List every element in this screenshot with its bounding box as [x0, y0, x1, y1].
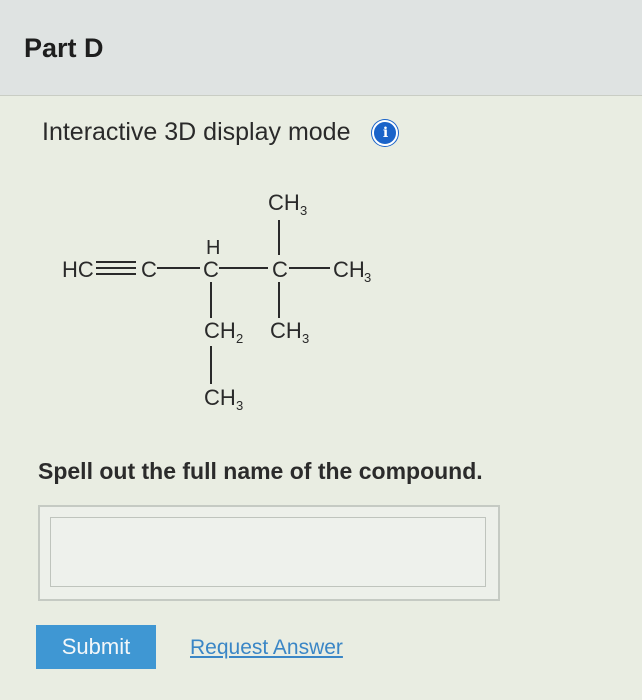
atom-h: H	[206, 237, 220, 259]
atom-ch3-right-sub: 3	[364, 270, 371, 285]
request-answer-link[interactable]: Request Answer	[190, 636, 343, 660]
atom-ch2: CH	[204, 318, 236, 343]
atom-ch3-mid-sub: 3	[302, 331, 309, 346]
atom-c1: C	[141, 257, 157, 282]
atom-c3: C	[272, 257, 288, 282]
answer-box	[38, 505, 500, 601]
atom-ch3-mid: CH	[270, 318, 302, 343]
atom-ch3-bottom-sub: 3	[236, 398, 243, 413]
atom-hc: HC	[62, 257, 94, 282]
atom-ch3-right: CH	[333, 257, 365, 282]
answer-input[interactable]	[50, 517, 486, 587]
atom-ch3-bottom: CH	[204, 385, 236, 410]
submit-button[interactable]: Submit	[36, 625, 156, 669]
question-prompt: Spell out the full name of the compound.	[38, 458, 483, 484]
atom-ch3-top-sub: 3	[300, 203, 307, 218]
atom-ch3-top: CH	[268, 190, 300, 215]
atom-ch2-sub: 2	[236, 331, 243, 346]
atom-c2: C	[203, 257, 219, 282]
